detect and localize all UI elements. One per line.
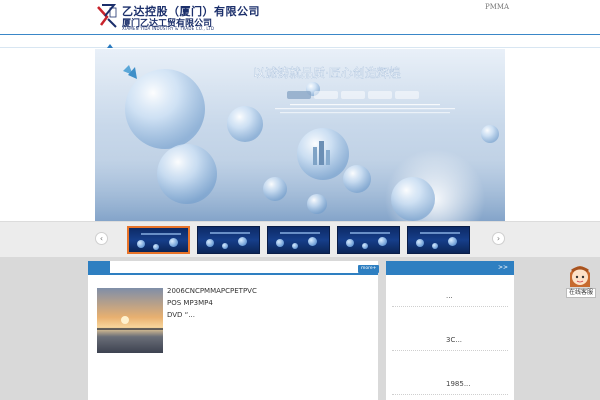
- side-item[interactable]: 1985...: [392, 367, 508, 395]
- banner-artwork: 以诚铸就品质·匠心创造辉煌: [95, 65, 505, 221]
- header: 乙达控股（厦门）有限公司 厦门乙达工贸有限公司 XIAMEN YIDA INDU…: [0, 0, 600, 34]
- nav-bar: [0, 34, 600, 48]
- thumbnail-4[interactable]: [337, 226, 400, 254]
- globe-bubble: [125, 69, 205, 149]
- thumbnail-2[interactable]: [197, 226, 260, 254]
- content-area: more+ 2006CNCPMMAPCPETPVC POS MP3MP4 DVD…: [0, 257, 600, 400]
- side-panel-header: >>: [386, 261, 514, 275]
- side-item[interactable]: 3C...: [392, 323, 508, 351]
- online-service-label[interactable]: 在线客服: [566, 288, 596, 298]
- news-text: 2006CNCPMMAPCPETPVC POS MP3MP4 DVD “...: [167, 285, 367, 321]
- side-panel: >> ... 3C... 1985...: [386, 261, 514, 400]
- news-line-2: POS MP3MP4: [167, 299, 213, 307]
- hero-banner[interactable]: 以诚铸就品质·匠心创造辉煌: [95, 49, 505, 221]
- page: 乙达控股（厦门）有限公司 厦门乙达工贸有限公司 XIAMEN YIDA INDU…: [0, 0, 600, 400]
- thumbnail-strip: ‹ ›: [0, 221, 600, 257]
- thumbnail-1[interactable]: [127, 226, 190, 254]
- next-arrow-icon[interactable]: ›: [492, 232, 505, 245]
- prev-arrow-icon[interactable]: ‹: [95, 232, 108, 245]
- thumbnail-3[interactable]: [267, 226, 330, 254]
- news-line-1[interactable]: 2006CNCPMMAPCPETPVC: [167, 285, 367, 297]
- news-tab[interactable]: [88, 261, 110, 275]
- company-logo-icon[interactable]: [96, 3, 118, 29]
- thumbnail-5[interactable]: [407, 226, 470, 254]
- banner-slogan: 以诚铸就品质·匠心创造辉煌: [253, 65, 401, 80]
- side-item[interactable]: ...: [392, 279, 508, 307]
- nav-marker-icon: [107, 44, 113, 48]
- side-more-button[interactable]: >>: [498, 264, 508, 272]
- news-panel: more+ 2006CNCPMMAPCPETPVC POS MP3MP4 DVD…: [88, 261, 380, 400]
- news-thumbnail-image[interactable]: [97, 288, 163, 353]
- news-tab-underline: [110, 273, 378, 275]
- news-more-button[interactable]: more+: [358, 265, 380, 273]
- news-line-3: DVD “...: [167, 311, 195, 319]
- top-link-pmma[interactable]: PMMA: [485, 3, 509, 11]
- company-name-en: XIAMEN YIDA INDUSTRY & TRADE CO., LTD: [122, 26, 215, 31]
